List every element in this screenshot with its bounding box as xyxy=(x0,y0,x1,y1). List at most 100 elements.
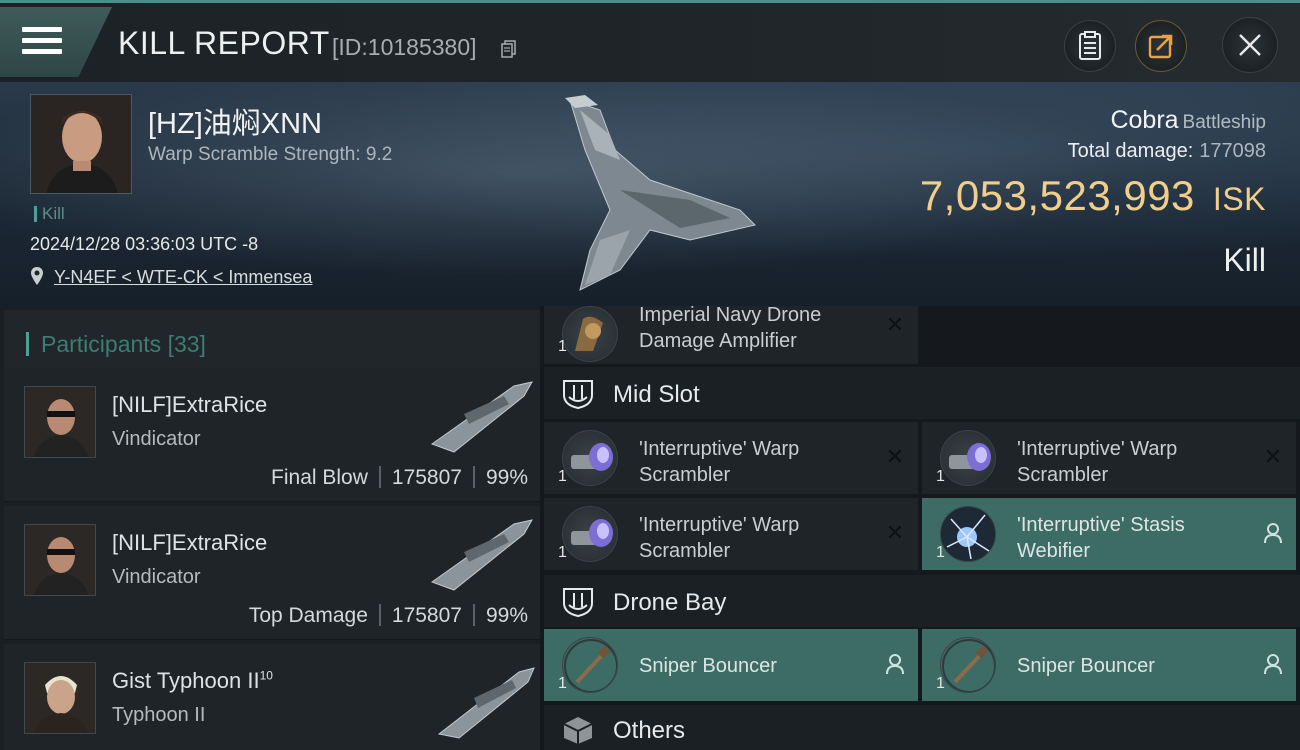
ship-name-text: Cobra xyxy=(1110,106,1179,134)
mid-slot-header: Mid Slot xyxy=(544,367,1300,419)
isk-amount: 7,053,523,993 xyxy=(919,172,1195,219)
participants-title: Participants [33] xyxy=(26,332,206,356)
participant-ship: Vindicator xyxy=(112,428,201,450)
warp-scramble-strength: Warp Scramble Strength: 9.2 xyxy=(148,144,393,165)
victim-ship-image xyxy=(565,95,756,291)
slot-shield-icon xyxy=(563,588,593,617)
participant-name-text: Gist Typhoon II xyxy=(112,668,260,693)
victim-name: [HZ]油焖XNN xyxy=(148,108,323,140)
isk-unit: ISK xyxy=(1212,181,1266,217)
stasis-webifier-icon xyxy=(940,506,996,562)
drone-bay-label: Drone Bay xyxy=(613,589,727,616)
warp-scrambler-icon xyxy=(562,430,618,486)
kill-tag: Kill xyxy=(34,205,65,222)
drone-bay-header: Drone Bay xyxy=(544,575,1300,627)
item-name: 'Interruptive' Warp Scrambler xyxy=(1017,438,1178,486)
clipboard-button[interactable] xyxy=(1064,20,1116,72)
report-id: [ID:10185380] xyxy=(332,34,477,60)
participant-name: [NILF]ExtraRice xyxy=(112,530,268,555)
fittings-panel: 1 Imperial Navy Drone Damage Amplifier ✕… xyxy=(544,304,1300,750)
avatar[interactable] xyxy=(24,386,96,458)
divider xyxy=(378,466,381,488)
ship-class-text: Battleship xyxy=(1182,112,1266,133)
participant-name: Gist Typhoon II10 xyxy=(112,668,273,694)
isk-value: 7,053,523,993 ISK xyxy=(920,172,1266,220)
participants-label: Participants xyxy=(41,331,162,357)
item-quantity: 1 xyxy=(558,338,567,355)
item-name: 'Interruptive' Warp Scrambler xyxy=(639,514,800,562)
x-icon: ✕ xyxy=(1263,444,1283,469)
participant-stats: Top Damage 175807 99% xyxy=(249,604,528,628)
total-damage: Total damage: 177098 xyxy=(1068,140,1266,163)
x-icon: ✕ xyxy=(885,520,905,545)
warp-scrambler-icon xyxy=(940,430,996,486)
fitting-item[interactable]: 1 Sniper Bouncer xyxy=(544,629,918,701)
fitting-item[interactable]: 1 Sniper Bouncer xyxy=(922,629,1296,701)
participant-role: Final Blow xyxy=(271,466,368,489)
hamburger-icon[interactable] xyxy=(22,27,62,57)
location-link[interactable]: Y-N4EF < WTE-CK < Immensea xyxy=(54,267,312,288)
copy-icon[interactable] xyxy=(501,40,517,58)
total-damage-value: 177098 xyxy=(1199,140,1266,162)
divider xyxy=(472,466,475,488)
close-button[interactable] xyxy=(1222,17,1278,73)
drone-amplifier-icon xyxy=(562,306,618,362)
kill-datetime: 2024/12/28 03:36:03 UTC -8 xyxy=(30,234,259,254)
participant-damage: 175807 xyxy=(391,466,462,489)
clipboard-icon xyxy=(1079,31,1101,60)
avatar[interactable] xyxy=(24,662,96,734)
item-quantity: 1 xyxy=(558,544,567,561)
item-name: Sniper Bouncer xyxy=(1017,655,1155,677)
participant-card[interactable]: [NILF]ExtraRice Vindicator Top Damage 175… xyxy=(4,506,540,640)
participant-name-sup: 10 xyxy=(259,668,273,683)
location-pin-icon xyxy=(31,267,43,285)
fitting-item[interactable]: 1 'Interruptive' Stasis Webifier xyxy=(922,498,1296,570)
cube-icon xyxy=(563,717,593,744)
page-title: KILL REPORT xyxy=(118,25,330,61)
participant-card[interactable]: [NILF]ExtraRice Vindicator Final Blow 175… xyxy=(4,368,540,502)
others-label: Others xyxy=(613,717,686,744)
avatar[interactable] xyxy=(24,524,96,596)
mid-slot-label: Mid Slot xyxy=(613,381,700,408)
fitting-item[interactable]: 1 'Interruptive' Warp Scrambler ✕ xyxy=(922,422,1296,494)
participant-stats: Final Blow 175807 99% xyxy=(271,466,528,490)
divider xyxy=(378,604,381,626)
person-icon xyxy=(1262,653,1284,675)
result-label: Kill xyxy=(1223,242,1266,278)
participants-count: [33] xyxy=(167,331,206,357)
item-name: Sniper Bouncer xyxy=(639,655,777,677)
participant-percent: 99% xyxy=(485,466,528,489)
participants-header: Participants [33] xyxy=(4,310,540,370)
close-icon xyxy=(1239,34,1261,56)
participant-role: Top Damage xyxy=(248,604,368,627)
fitting-item[interactable]: 1 'Interruptive' Warp Scrambler ✕ xyxy=(544,422,918,494)
x-icon: ✕ xyxy=(885,312,905,337)
item-quantity: 1 xyxy=(558,675,567,692)
participant-damage: 175807 xyxy=(391,604,462,627)
top-bar: KILL REPORT [ID:10185380] xyxy=(0,0,1300,82)
share-button[interactable] xyxy=(1135,20,1187,72)
participant-card[interactable]: Gist Typhoon II10 Typhoon II xyxy=(4,644,540,750)
item-name: 'Interruptive' Warp Scrambler xyxy=(639,438,800,486)
participant-name: [NILF]ExtraRice xyxy=(112,392,268,417)
item-quantity: 1 xyxy=(936,468,945,485)
participant-percent: 99% xyxy=(485,604,528,627)
victim-banner: [HZ]油焖XNN Warp Scramble Strength: 9.2 Ki… xyxy=(0,82,1300,306)
victim-portrait[interactable] xyxy=(30,94,132,194)
participant-ship-image xyxy=(437,667,535,739)
participant-ship: Vindicator xyxy=(112,566,201,588)
x-icon: ✕ xyxy=(885,444,905,469)
drone-icon xyxy=(940,637,996,693)
item-quantity: 1 xyxy=(936,675,945,692)
warp-scrambler-icon xyxy=(562,506,618,562)
item-quantity: 1 xyxy=(558,468,567,485)
participants-panel: Participants [33] [NILF]ExtraRice Vindic… xyxy=(0,306,540,750)
fitting-item[interactable]: 1 Imperial Navy Drone Damage Amplifier ✕ xyxy=(544,304,918,364)
item-name: 'Interruptive' Stasis Webifier xyxy=(1017,514,1185,562)
drone-icon xyxy=(562,637,618,693)
total-damage-label: Total damage: xyxy=(1067,140,1194,162)
fitting-item[interactable]: 1 'Interruptive' Warp Scrambler ✕ xyxy=(544,498,918,570)
participant-ship-image xyxy=(430,519,533,591)
item-quantity: 1 xyxy=(936,544,945,561)
share-icon xyxy=(1148,34,1173,59)
